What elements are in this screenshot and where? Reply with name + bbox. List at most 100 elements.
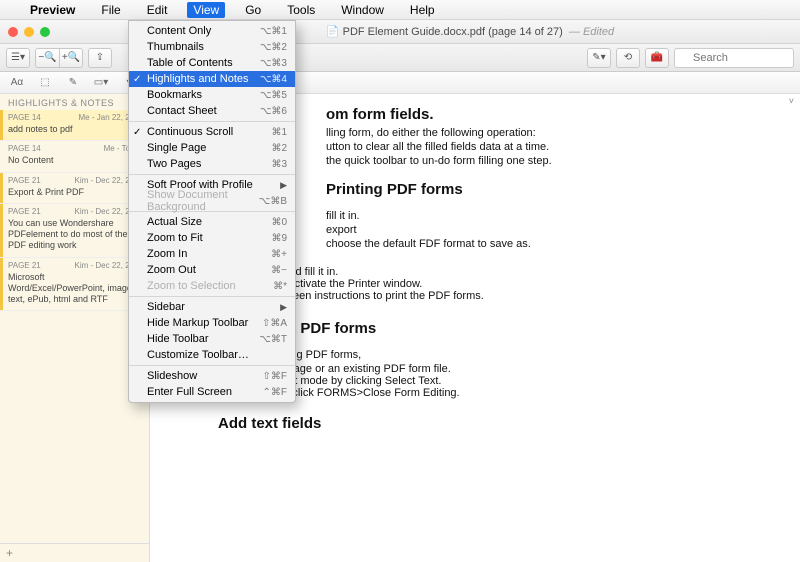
search-wrap bbox=[674, 48, 794, 68]
sidebar-toggle-button[interactable]: ☰▾ bbox=[6, 48, 30, 68]
menu-item-bookmarks[interactable]: Bookmarks⌥⌘5 bbox=[129, 87, 295, 103]
main-toolbar: ☰▾ −🔍 +🔍 ⇪ ✎▾ ⟲ 🧰 bbox=[0, 44, 800, 72]
menu-item-customize-toolbar-[interactable]: Customize Toolbar… bbox=[129, 347, 295, 363]
menu-item-contact-sheet[interactable]: Contact Sheet ⌥⌘6 bbox=[129, 103, 295, 119]
add-note-button[interactable]: + bbox=[0, 543, 149, 562]
menu-shortcut: ⌘2 bbox=[271, 143, 287, 154]
menu-window[interactable]: Window bbox=[335, 2, 390, 18]
menu-item-zoom-to-fit[interactable]: Zoom to Fit ⌘9 bbox=[129, 230, 295, 246]
note-text: Export & Print PDF bbox=[8, 187, 143, 198]
menu-tools[interactable]: Tools bbox=[281, 2, 321, 18]
select-tool-button[interactable]: ⬚ bbox=[34, 75, 56, 91]
menu-item-zoom-out[interactable]: Zoom Out ⌘− bbox=[129, 262, 295, 278]
shapes-button[interactable]: ▭▾ bbox=[90, 75, 112, 91]
menu-item-content-only[interactable]: Content Only ⌥⌘1 bbox=[129, 23, 295, 39]
menu-item-label: Hide Toolbar bbox=[147, 333, 209, 345]
menu-item-highlights-and-notes[interactable]: Highlights and Notes⌥⌘4 bbox=[129, 71, 295, 87]
menu-item-zoom-in[interactable]: Zoom In ⌘+ bbox=[129, 246, 295, 262]
window-controls bbox=[0, 27, 50, 37]
close-window-button[interactable] bbox=[8, 27, 18, 37]
menu-item-label: Customize Toolbar… bbox=[147, 349, 249, 361]
menu-file[interactable]: File bbox=[95, 2, 126, 18]
menu-item-label: Two Pages bbox=[147, 158, 201, 170]
note-row[interactable]: PAGE 14Me - Jan 22, 2016 add notes to pd… bbox=[0, 110, 149, 141]
menu-shortcut: ⌘9 bbox=[271, 233, 287, 244]
menu-shortcut: ⌥⌘2 bbox=[260, 42, 287, 53]
sidebar-header: HIGHLIGHTS & NOTES bbox=[0, 94, 149, 110]
app-menu[interactable]: Preview bbox=[24, 2, 81, 18]
note-text: add notes to pdf bbox=[8, 124, 143, 135]
zoom-in-button[interactable]: +🔍 bbox=[59, 48, 83, 68]
doc-heading: Add text fields bbox=[218, 415, 800, 432]
menu-shortcut: ⇧⌘A bbox=[262, 318, 287, 329]
note-row[interactable]: PAGE 21Kim - Dec 22, 2014 Microsoft Word… bbox=[0, 258, 149, 312]
rotate-button[interactable]: ⟲ bbox=[616, 48, 640, 68]
zoom-window-button[interactable] bbox=[40, 27, 50, 37]
text-style-button[interactable]: Aα bbox=[6, 75, 28, 91]
menu-item-sidebar[interactable]: Sidebar ▶ bbox=[129, 299, 295, 315]
menu-item-label: Contact Sheet bbox=[147, 105, 217, 117]
menu-item-show-document-background: Show Document Background⌥⌘B bbox=[129, 193, 295, 209]
menu-item-label: Content Only bbox=[147, 25, 211, 37]
draw-tool-button[interactable]: ✎ bbox=[62, 75, 84, 91]
note-page: PAGE 14 bbox=[8, 144, 41, 153]
menu-item-thumbnails[interactable]: Thumbnails ⌥⌘2 bbox=[129, 39, 295, 55]
search-input[interactable] bbox=[674, 48, 794, 68]
menubar: Preview File Edit View Go Tools Window H… bbox=[0, 0, 800, 20]
doc-text: lling form, do either the following oper… bbox=[326, 127, 800, 139]
menu-item-hide-markup-toolbar[interactable]: Hide Markup Toolbar⇧⌘A bbox=[129, 315, 295, 331]
note-row[interactable]: PAGE 14Me - Today No Content bbox=[0, 141, 149, 172]
menu-item-single-page[interactable]: Single Page⌘2 bbox=[129, 140, 295, 156]
menu-item-label: Thumbnails bbox=[147, 41, 204, 53]
menu-go[interactable]: Go bbox=[239, 2, 267, 18]
menu-shortcut: ⌥⌘1 bbox=[260, 26, 287, 37]
menu-shortcut: ⌥⌘5 bbox=[260, 90, 287, 101]
menu-item-zoom-to-selection: Zoom to Selection⌘* bbox=[129, 278, 295, 294]
menu-view[interactable]: View bbox=[187, 2, 225, 18]
menu-shortcut: ⌘0 bbox=[271, 217, 287, 228]
markup-toggle-button[interactable]: 🧰 bbox=[645, 48, 669, 68]
note-page: PAGE 21 bbox=[8, 261, 41, 270]
zoom-group: −🔍 +🔍 bbox=[35, 48, 83, 68]
doc-text: the quick toolbar to un-do form filling … bbox=[326, 155, 800, 167]
menu-shortcut: ⌘− bbox=[271, 265, 287, 276]
menu-item-hide-toolbar[interactable]: Hide Toolbar ⌥⌘T bbox=[129, 331, 295, 347]
submenu-arrow-icon: ▶ bbox=[280, 302, 287, 313]
menu-item-label: Sidebar bbox=[147, 301, 185, 313]
menu-item-slideshow[interactable]: Slideshow⇧⌘F bbox=[129, 368, 295, 384]
menu-shortcut: ⌥⌘B bbox=[259, 196, 287, 207]
note-page: PAGE 14 bbox=[8, 113, 41, 122]
page-nav-chevron[interactable]: ˅ bbox=[789, 96, 794, 106]
page-indicator: (page 14 of 27) bbox=[488, 26, 563, 38]
menu-shortcut: ⇧⌘F bbox=[263, 371, 288, 382]
menu-shortcut: ⌘+ bbox=[271, 249, 287, 260]
menu-edit[interactable]: Edit bbox=[141, 2, 174, 18]
titlebar: 📄 PDF Element Guide.docx.pdf (page 14 of… bbox=[0, 20, 800, 44]
menu-item-table-of-contents[interactable]: Table of Contents⌥⌘3 bbox=[129, 55, 295, 71]
menu-shortcut: ⌥⌘T bbox=[259, 334, 287, 345]
menu-help[interactable]: Help bbox=[404, 2, 441, 18]
doc-text: utton to clear all the filled fields dat… bbox=[326, 141, 800, 153]
menu-item-label: Zoom to Fit bbox=[147, 232, 203, 244]
menu-shortcut: ⌘3 bbox=[271, 159, 287, 170]
highlight-button[interactable]: ✎▾ bbox=[587, 48, 611, 68]
minimize-window-button[interactable] bbox=[24, 27, 34, 37]
doc-heading: om form fields. bbox=[326, 106, 800, 123]
doc-heading: Printing PDF forms bbox=[326, 181, 800, 198]
doc-text: fill it in. bbox=[326, 210, 800, 222]
menu-shortcut: ⌃⌘F bbox=[263, 387, 288, 398]
menu-shortcut: ⌥⌘6 bbox=[260, 106, 287, 117]
menu-item-continuous-scroll[interactable]: Continuous Scroll⌘1 bbox=[129, 124, 295, 140]
menu-item-actual-size[interactable]: Actual Size⌘0 bbox=[129, 214, 295, 230]
note-row[interactable]: PAGE 21Kim - Dec 22, 2014 Export & Print… bbox=[0, 173, 149, 204]
menu-item-label: Zoom In bbox=[147, 248, 187, 260]
note-row[interactable]: PAGE 21Kim - Dec 22, 2014 You can use Wo… bbox=[0, 204, 149, 258]
doc-text: choose the default FDF format to save as… bbox=[326, 238, 800, 250]
menu-item-enter-full-screen[interactable]: Enter Full Screen⌃⌘F bbox=[129, 384, 295, 400]
menu-item-two-pages[interactable]: Two Pages ⌘3 bbox=[129, 156, 295, 172]
doc-name: PDF Element Guide.docx.pdf bbox=[343, 26, 485, 38]
menu-shortcut: ⌥⌘4 bbox=[260, 74, 287, 85]
zoom-out-button[interactable]: −🔍 bbox=[35, 48, 59, 68]
menu-item-label: Zoom Out bbox=[147, 264, 196, 276]
share-button[interactable]: ⇪ bbox=[88, 48, 112, 68]
